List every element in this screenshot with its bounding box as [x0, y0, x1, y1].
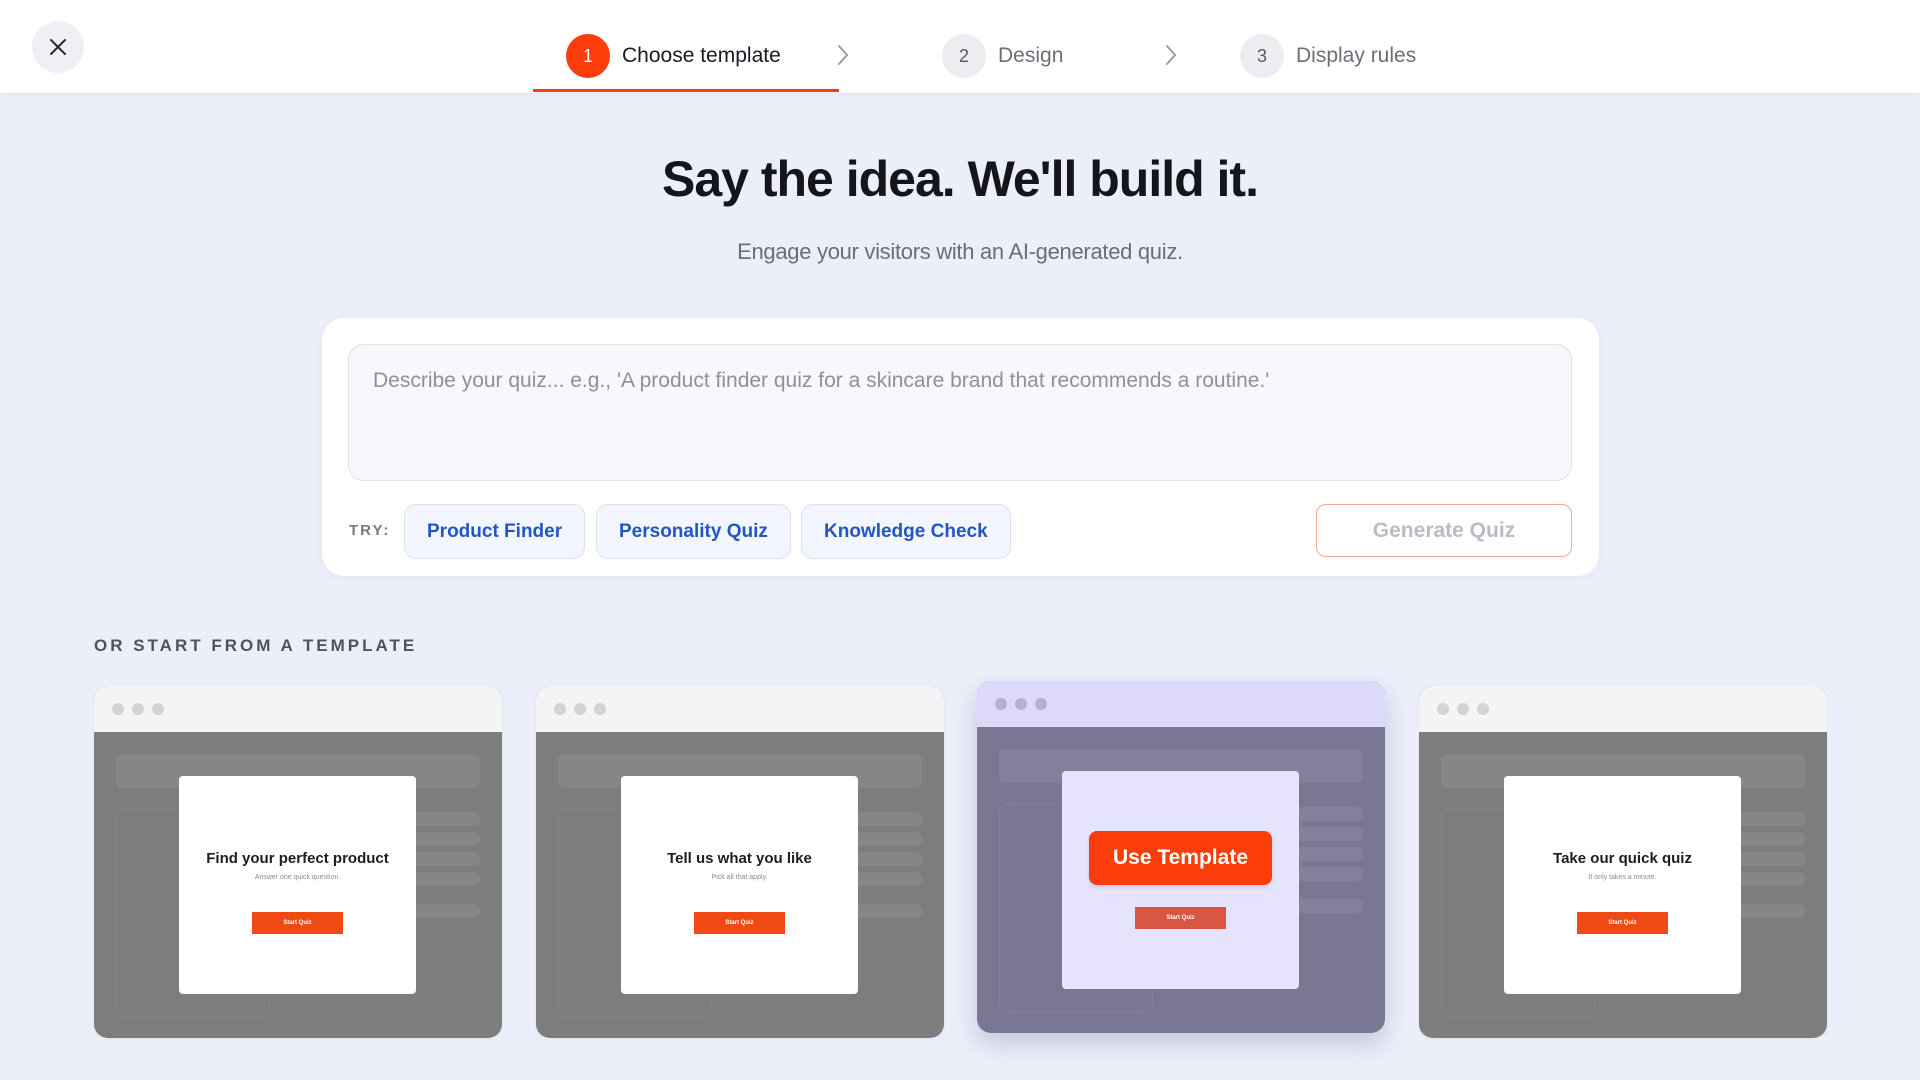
window-dot — [1437, 703, 1449, 715]
top-bar: 1 Choose template 2 Design 3 Display rul… — [0, 0, 1920, 93]
close-button[interactable] — [32, 21, 84, 73]
template-card[interactable]: Tell us what you like Pick all that appl… — [536, 686, 944, 1038]
window-dot — [1035, 698, 1047, 710]
popup-title: Take our quick quiz — [1553, 850, 1692, 867]
step-label: Design — [998, 44, 1064, 67]
window-dot — [152, 703, 164, 715]
step-label: Display rules — [1296, 44, 1417, 67]
chevron-right-icon — [1160, 42, 1182, 68]
window-dot — [1457, 703, 1469, 715]
step-number: 3 — [1240, 34, 1284, 78]
browser-bar — [1419, 686, 1827, 732]
quiz-popup-preview: Take our quick quiz It only takes a minu… — [1504, 776, 1741, 994]
quiz-description-input[interactable] — [348, 344, 1572, 481]
popup-subtitle: Answer one quick question. — [254, 874, 341, 881]
window-dot — [594, 703, 606, 715]
popup-subtitle: Pick all that apply. — [711, 874, 768, 881]
template-card[interactable]: Take our quick quiz It only takes a minu… — [1419, 686, 1827, 1038]
chip-knowledge-check[interactable]: Knowledge Check — [801, 504, 1011, 559]
page-title: Say the idea. We'll build it. — [662, 151, 1259, 207]
template-card[interactable]: Find your perfect product Answer one qui… — [94, 686, 502, 1038]
step-choose-template[interactable]: 1 Choose template — [566, 33, 781, 79]
popup-subtitle: It only takes a minute. — [1588, 874, 1657, 881]
chip-product-finder[interactable]: Product Finder — [404, 504, 586, 559]
popup-title: Tell us what you like — [667, 850, 812, 867]
popup-title: Find your perfect product — [206, 850, 389, 867]
chip-personality-quiz[interactable]: Personality Quiz — [596, 504, 791, 559]
try-label: TRY: — [349, 522, 391, 539]
template-card-hovered[interactable]: Start Quiz Use Template — [977, 681, 1385, 1033]
step-display-rules[interactable]: 3 Display rules — [1240, 33, 1416, 79]
active-step-underline — [533, 89, 839, 92]
step-number: 1 — [566, 34, 610, 78]
popup-start-button: Start Quiz — [1577, 912, 1668, 934]
step-design[interactable]: 2 Design — [942, 33, 1063, 79]
popup-start-button: Start Quiz — [252, 912, 343, 934]
window-dot — [132, 703, 144, 715]
quiz-popup-preview: Tell us what you like Pick all that appl… — [621, 776, 858, 994]
browser-bar — [977, 681, 1385, 727]
page-subtitle: Engage your visitors with an AI-generate… — [737, 239, 1183, 264]
use-template-button[interactable]: Use Template — [1089, 831, 1272, 885]
chevron-right-icon — [832, 42, 854, 68]
step-number: 2 — [942, 34, 986, 78]
window-dot — [1477, 703, 1489, 715]
popup-start-button: Start Quiz — [694, 912, 785, 934]
window-dot — [112, 703, 124, 715]
quiz-popup-preview: Find your perfect product Answer one qui… — [179, 776, 416, 994]
window-dot — [554, 703, 566, 715]
popup-start-button: Start Quiz — [1135, 907, 1226, 929]
browser-bar — [536, 686, 944, 732]
window-dot — [1015, 698, 1027, 710]
window-dot — [574, 703, 586, 715]
browser-bar — [94, 686, 502, 732]
close-icon — [50, 39, 66, 55]
step-label: Choose template — [622, 44, 781, 67]
generate-quiz-button[interactable]: Generate Quiz — [1316, 504, 1572, 557]
window-dot — [995, 698, 1007, 710]
templates-section-label: OR START FROM A TEMPLATE — [94, 636, 418, 655]
